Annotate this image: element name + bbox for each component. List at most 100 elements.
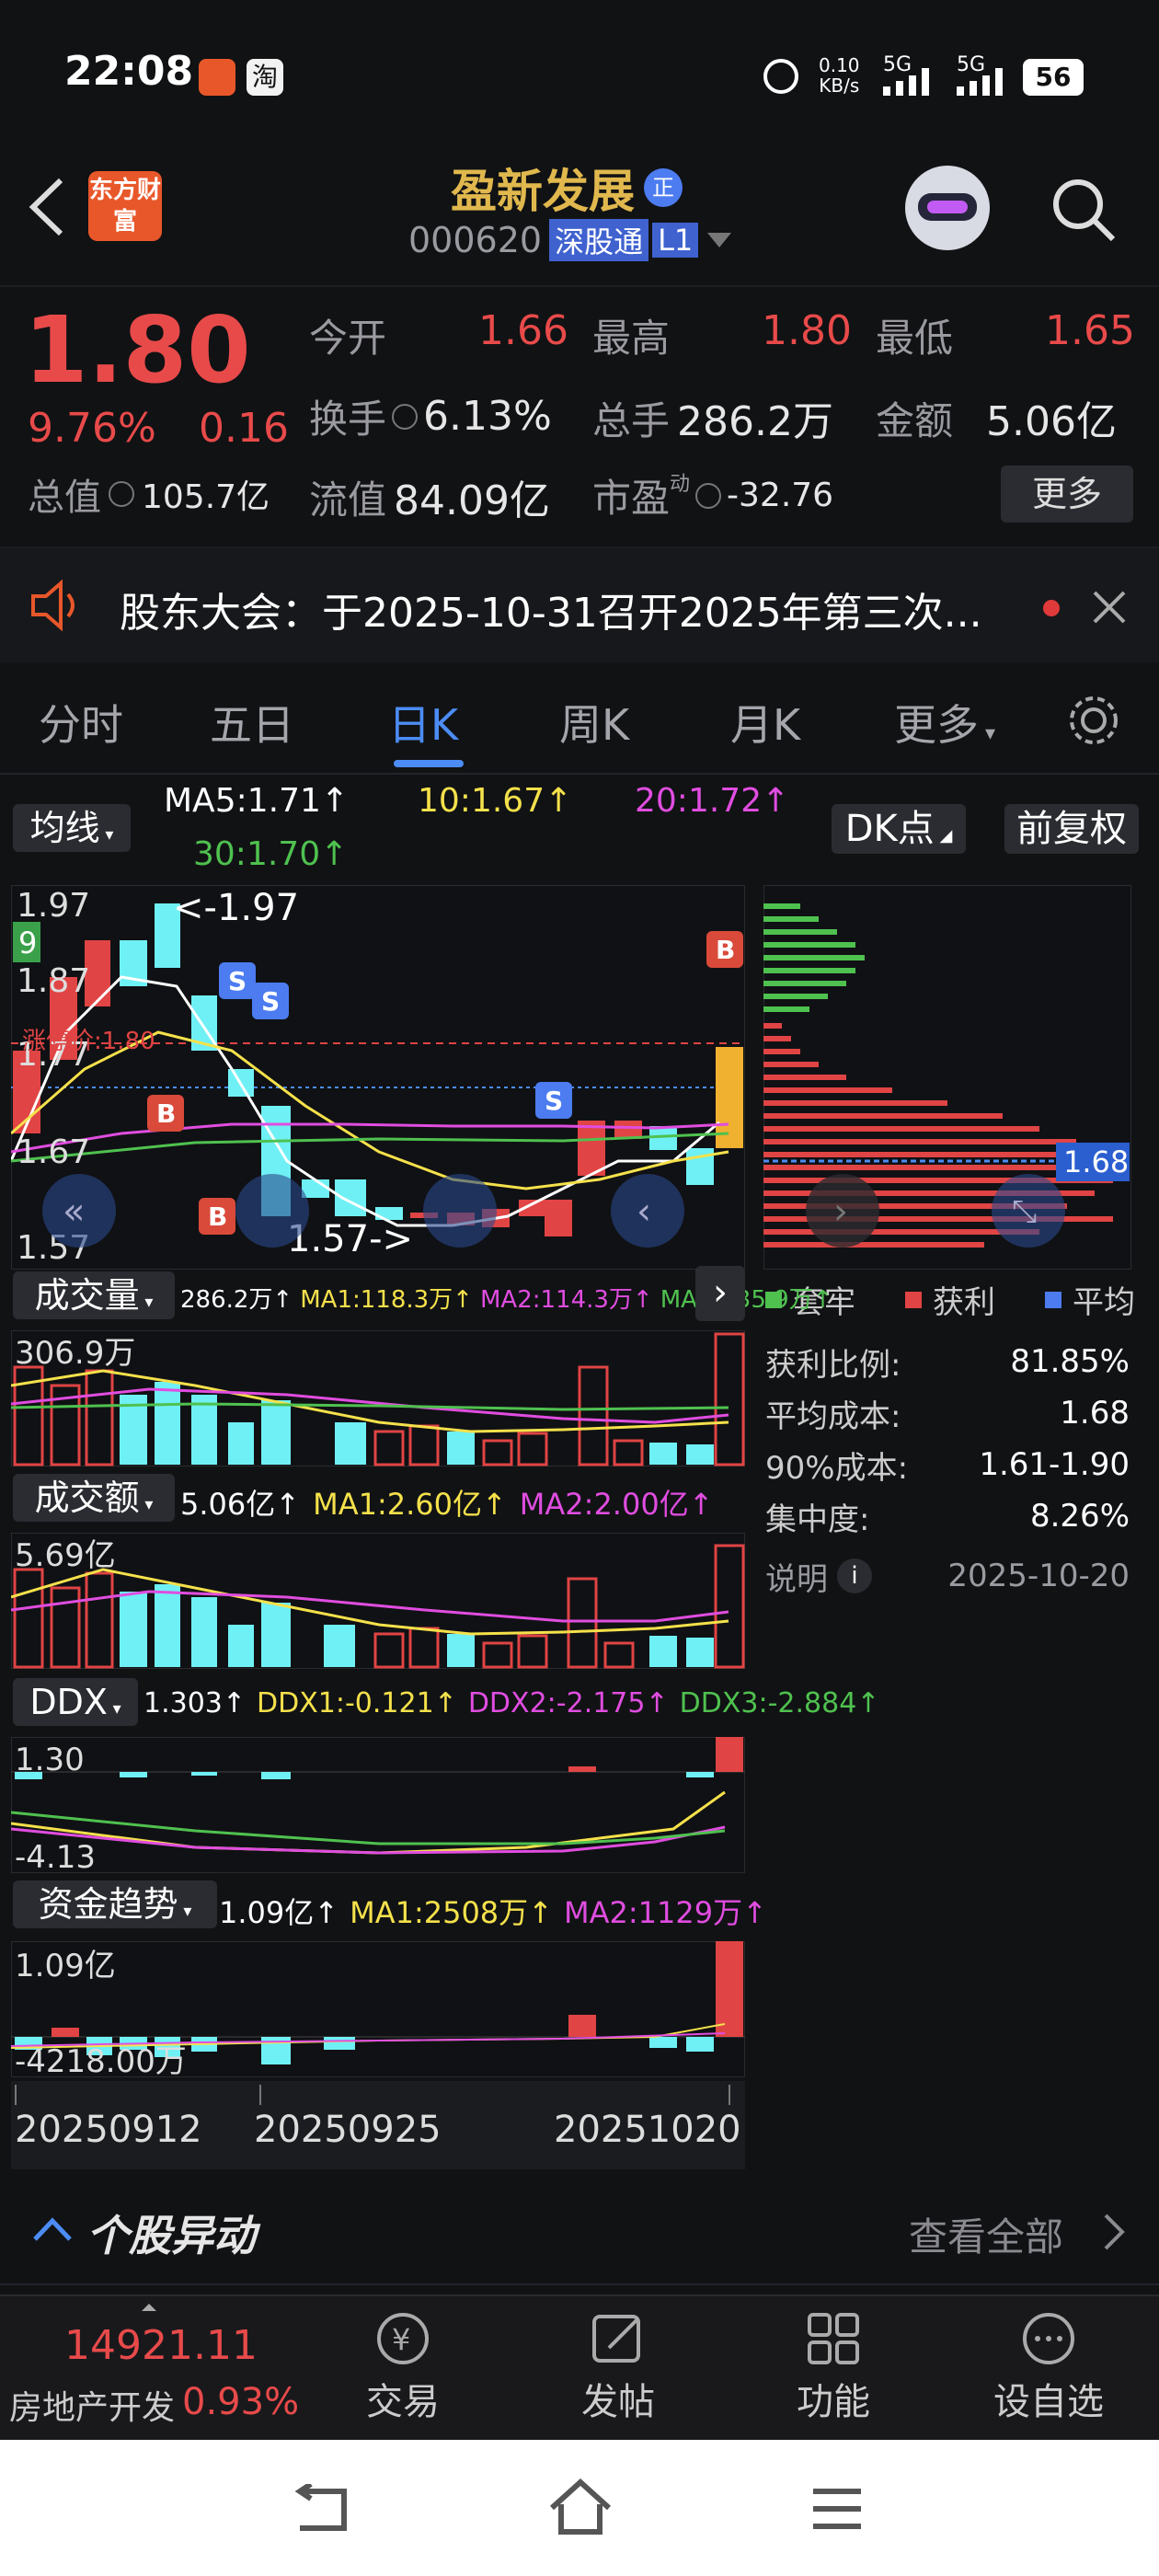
unread-dot	[1043, 600, 1060, 616]
zoom-in-button[interactable]	[423, 1174, 497, 1248]
fund-trend-select[interactable]: 资金趋势 ▾	[13, 1880, 217, 1928]
date-axis: 20250912 20250925 20251020	[11, 2081, 745, 2169]
info-icon[interactable]	[109, 481, 134, 507]
fund-trend-chart[interactable]: 1.09亿 -4218.00万	[11, 1941, 745, 2077]
ddx-axis-min: -4.13	[15, 1839, 96, 1873]
svg-text:¥: ¥	[392, 2322, 410, 2357]
back-nav-icon[interactable]	[291, 2484, 355, 2536]
ddx-axis-max: 1.30	[15, 1742, 85, 1778]
clock: 22:08	[64, 48, 194, 95]
limit-price-label: 涨停价:1.80	[22, 1028, 155, 1055]
trade-icon: ¥	[377, 2313, 429, 2364]
ddx-chart[interactable]: 1.30 -4.13	[11, 1737, 745, 1873]
nav-add-watchlist[interactable]: 设自选	[984, 2309, 1113, 2425]
zoom-out-button[interactable]	[235, 1174, 309, 1248]
active-tab-indicator	[394, 760, 464, 767]
indicator-select[interactable]: 均线 ▾	[13, 804, 131, 852]
robot-assistant-icon[interactable]	[905, 166, 990, 250]
sector-index-value[interactable]: 14921.11	[64, 2322, 258, 2369]
tab-more[interactable]: 更多 ▾	[894, 692, 995, 753]
pe-info-icon[interactable]	[695, 482, 722, 509]
expand-icon: ⤡	[1012, 1193, 1037, 1230]
view-all-link[interactable]: 查看全部	[909, 2206, 1063, 2262]
notice-bar[interactable]: 股东大会：于2025-10-31召开2025年第三次...	[0, 548, 1159, 662]
chevron-right-icon: ›	[833, 1190, 848, 1233]
dk-point-button[interactable]: DK点 ◢	[832, 804, 966, 854]
svg-text:B: B	[716, 935, 735, 965]
bottom-nav: 14921.11 房地产开发 0.93% ¥ 交易 发帖 功能 设自选	[0, 2294, 1159, 2442]
pe-label: 市盈	[592, 476, 671, 521]
edit-icon	[592, 2315, 640, 2363]
pe-sup: 动	[670, 473, 691, 496]
system-nav-bar	[0, 2440, 1159, 2576]
open-value: 1.66	[478, 307, 568, 354]
amount-select[interactable]: 成交额 ▾	[13, 1474, 175, 1522]
movement-title: 个股异动	[86, 2211, 256, 2260]
fund-axis-min: -4218.00万	[15, 2043, 187, 2077]
expand-indicators-button[interactable]: ›	[695, 1266, 745, 1321]
ddx-select[interactable]: DDX ▾	[13, 1678, 138, 1726]
chip-distribution-chart[interactable]: 1.68 › ⤡	[763, 885, 1131, 1270]
search-icon[interactable]	[1049, 175, 1119, 245]
amount-axis-max: 5.69亿	[15, 1537, 116, 1574]
volume-axis-max: 306.9万	[15, 1335, 135, 1372]
double-left-icon: «	[63, 1190, 85, 1233]
quote-panel: 1.80 9.76% 0.16 总值 105.7亿 今开 1.66 最高 1.8…	[0, 287, 1159, 548]
volume-chart[interactable]: 306.9万	[11, 1330, 745, 1466]
chevron-down-icon[interactable]	[706, 231, 733, 249]
status-bar: 22:08 淘 0.10 KB/s 5G 5G 56	[0, 0, 1159, 147]
network-speed: 0.10 KB/s	[819, 54, 860, 97]
more-button[interactable]: 更多	[1001, 466, 1133, 523]
amount-chart[interactable]: 5.69亿	[11, 1533, 745, 1669]
price-tick-2: 1.87	[17, 962, 90, 1000]
kline-chart[interactable]: 1.97 1.87 1.77 1.67 1.57 涨停价:1.80 <-1.97…	[11, 885, 745, 1270]
stock-code: 000620	[408, 220, 543, 260]
turnover-label: 换手	[309, 397, 387, 442]
amount-value: 5.06亿	[986, 398, 1117, 445]
home-nav-icon[interactable]	[546, 2477, 614, 2537]
svg-text:S: S	[228, 966, 247, 996]
date-start: 20250912	[15, 2109, 202, 2151]
ma5-label: MA5:1.71↑	[164, 782, 350, 820]
nav-post[interactable]: 发帖	[572, 2309, 664, 2425]
low-value: 1.65	[1045, 307, 1135, 354]
chevron-right-icon	[1104, 2214, 1125, 2250]
low-label: 最低	[876, 316, 954, 361]
nav-functions[interactable]: 功能	[787, 2309, 879, 2425]
sector-change: 0.93%	[182, 2381, 300, 2423]
grid-icon	[808, 2313, 859, 2364]
mktcap-value: 105.7亿	[142, 478, 270, 516]
stock-header: 东方财富 盈新发展 正 000620 深股通 L1	[0, 147, 1159, 287]
taobao-notification-icon: 淘	[247, 59, 283, 96]
back-icon[interactable]	[26, 175, 66, 239]
stock-movement-header[interactable]: 个股异动 查看全部	[0, 2175, 1159, 2285]
ma10-label: 10:1.67↑	[418, 782, 573, 820]
tab-five-day[interactable]: 五日	[210, 692, 294, 753]
close-icon[interactable]	[1091, 589, 1128, 626]
tab-intraday[interactable]: 分时	[39, 692, 123, 753]
pe-value: -32.76	[727, 477, 834, 514]
tab-monthly-k[interactable]: 月K	[730, 692, 800, 753]
price-tick-4: 1.67	[17, 1133, 90, 1171]
stock-name: 盈新发展	[451, 165, 635, 218]
signal2-icon	[957, 68, 1003, 96]
avg-price-tag-text: 1.68	[1063, 1144, 1129, 1179]
menu-nav-icon[interactable]	[809, 2486, 865, 2532]
volume-select[interactable]: 成交量 ▾	[13, 1271, 175, 1319]
notice-text: 股东大会：于2025-10-31召开2025年第三次...	[120, 590, 982, 637]
tab-weekly-k[interactable]: 周K	[559, 692, 629, 753]
badge-9-label: 9	[18, 926, 37, 960]
sector-name[interactable]: 房地产开发	[9, 2381, 175, 2429]
adjust-button[interactable]: 前复权	[1004, 804, 1139, 854]
turnover-info-icon[interactable]	[392, 403, 419, 430]
mktcap-label: 总值	[28, 477, 101, 519]
nav-trade[interactable]: ¥ 交易	[357, 2309, 449, 2425]
svg-text:S: S	[261, 986, 280, 1017]
more-dots-icon	[1023, 2313, 1074, 2364]
tab-daily-k[interactable]: 日K	[388, 692, 458, 753]
brand-logo: 东方财富	[88, 171, 162, 241]
info-icon[interactable]: i	[837, 1558, 872, 1593]
settings-gear-icon[interactable]	[1065, 692, 1122, 749]
chevron-up-icon	[33, 2217, 72, 2241]
volume-value: 286.2万	[677, 398, 833, 445]
